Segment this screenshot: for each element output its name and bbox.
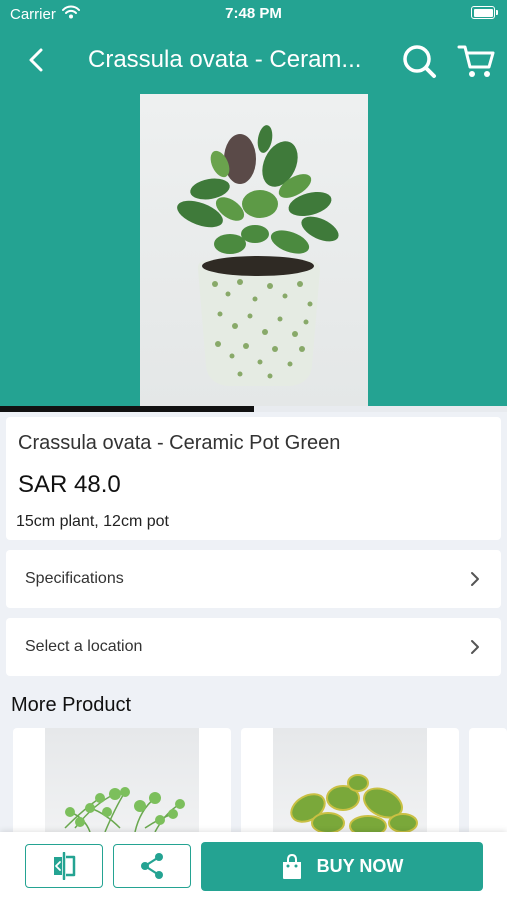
more-product-card[interactable] [469,728,507,838]
back-button[interactable] [20,42,52,78]
cart-button[interactable] [456,42,496,80]
more-product-card[interactable] [13,728,231,838]
compare-icon [54,852,76,880]
product-name: Crassula ovata - Ceramic Pot Green [18,432,341,454]
more-product-image [273,728,427,838]
battery-icon [471,6,498,19]
compare-button[interactable] [25,844,103,888]
product-size: 15cm plant, 12cm pot [16,513,169,530]
chevron-right-icon [471,572,479,586]
cart-icon [457,45,495,77]
search-icon [403,45,436,78]
location-label: Select a location [25,638,143,655]
more-product-image [45,728,199,838]
search-button[interactable] [400,42,438,80]
specifications-label: Specifications [25,570,124,587]
status-time: 7:48 PM [225,5,282,22]
chevron-right-icon [471,640,479,654]
product-gallery[interactable] [0,92,507,408]
page-title: Crassula ovata - Ceram... [88,46,362,73]
gallery-progress-track [0,406,507,412]
specifications-row[interactable]: Specifications [6,550,501,608]
product-info-card: Crassula ovata - Ceramic Pot Green SAR 4… [6,417,501,540]
product-price: SAR 48.0 [18,471,121,498]
more-product-title: More Product [11,694,132,716]
share-button[interactable] [113,844,191,888]
bottom-action-bar: BUY NOW [0,832,507,900]
gallery-progress-fill [0,406,254,412]
status-bar: Carrier 7:48 PM [0,0,507,28]
share-icon [141,853,163,879]
select-location-row[interactable]: Select a location [6,618,501,676]
back-icon [29,48,43,72]
buy-now-label: BUY NOW [316,856,404,876]
shopping-bag-icon [282,853,301,879]
buy-now-button[interactable]: BUY NOW [201,842,483,891]
nav-bar: Crassula ovata - Ceram... [0,28,507,92]
product-image [140,94,368,406]
more-product-card[interactable] [241,728,459,838]
